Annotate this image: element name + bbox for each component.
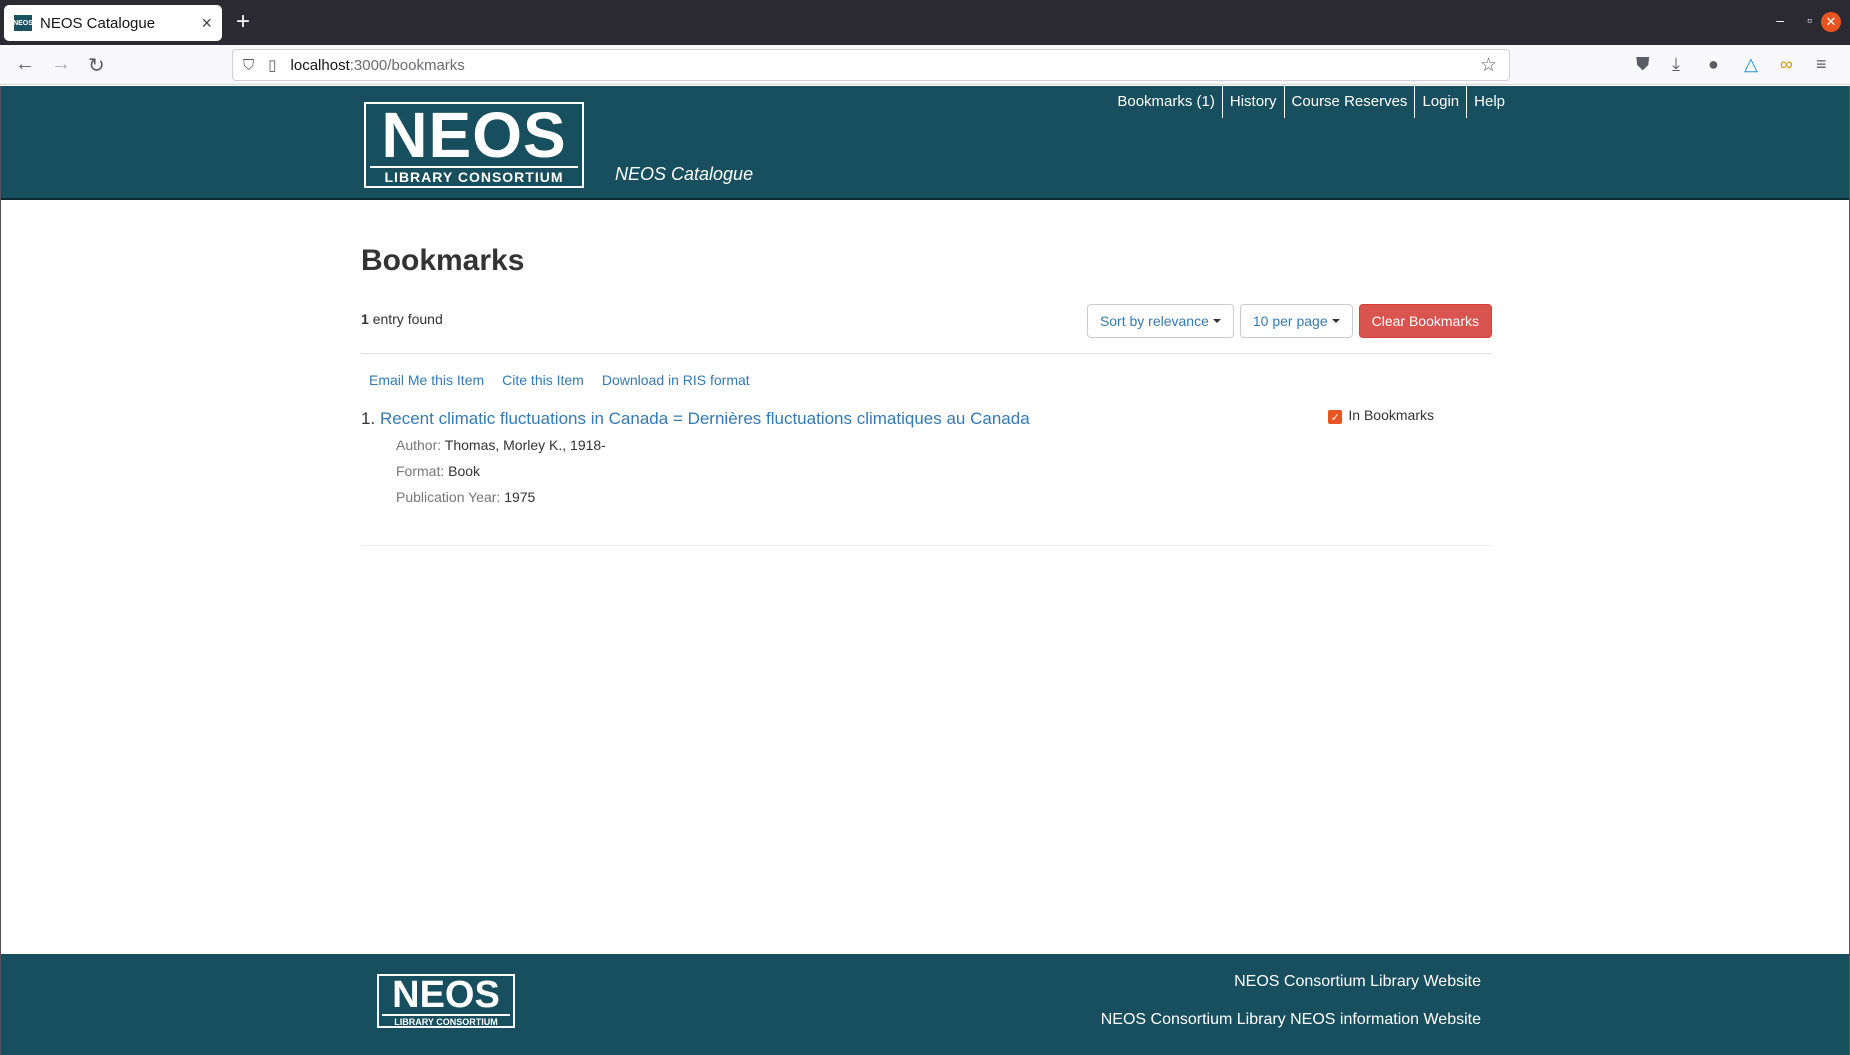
site-footer: NEOS LIBRARY CONSORTIUM NEOS Consortium … [1, 954, 1849, 1055]
menu-icon[interactable]: ≡ [1816, 54, 1827, 75]
url-bar[interactable]: ⛉ ▯ localhost:3000/bookmarks ☆ [232, 49, 1510, 81]
format-field: Format: Book [396, 463, 480, 479]
author-value: Thomas, Morley K., 1918- [444, 437, 606, 453]
divider [361, 545, 1492, 546]
divider [361, 353, 1492, 354]
browser-tab[interactable]: NEOS NEOS Catalogue × [4, 5, 222, 41]
year-field: Publication Year: 1975 [396, 489, 535, 505]
nav-history[interactable]: History [1221, 86, 1284, 118]
bookmark-star-icon[interactable]: ☆ [1480, 54, 1497, 77]
year-label: Publication Year: [396, 489, 501, 505]
per-page-label: 10 per page [1252, 313, 1328, 329]
document-number: 1. [361, 409, 376, 428]
browser-tab-bar: NEOS NEOS Catalogue × + – ▫ ✕ [0, 0, 1850, 45]
format-label: Format: [396, 463, 445, 479]
logo-subtext: LIBRARY CONSORTIUM [370, 166, 578, 186]
shield-icon[interactable]: ⛉ [243, 57, 254, 74]
sort-dropdown[interactable]: Sort by relevance [1086, 304, 1234, 338]
tab-title: NEOS Catalogue [40, 14, 156, 32]
drive-icon[interactable]: △ [1744, 54, 1758, 75]
neos-logo[interactable]: NEOS LIBRARY CONSORTIUM [364, 102, 584, 188]
tools-bar: Email Me this Item Cite this Item Downlo… [369, 372, 750, 388]
clear-bookmarks-button[interactable]: Clear Bookmarks [1358, 304, 1492, 338]
per-page-dropdown[interactable]: 10 per page [1239, 304, 1353, 338]
extension-icon[interactable]: ● [1708, 54, 1719, 75]
page-icon: ▯ [268, 57, 277, 74]
footer-links: NEOS Consortium Library Website NEOS Con… [1101, 972, 1481, 1048]
back-icon[interactable]: ← [15, 53, 35, 76]
nav-login[interactable]: Login [1414, 86, 1466, 118]
top-nav: Bookmarks (1) History Course Reserves Lo… [1110, 86, 1512, 118]
footer-link-info[interactable]: NEOS Consortium Library NEOS information… [1101, 1010, 1481, 1029]
author-label: Author: [396, 437, 442, 453]
format-value: Book [448, 463, 481, 479]
result-controls: Sort by relevance 10 per page Clear Book… [1086, 304, 1492, 338]
site-header: NEOS LIBRARY CONSORTIUM NEOS Catalogue B… [1, 86, 1849, 200]
reload-icon[interactable]: ↻ [88, 53, 105, 78]
bookmark-label: In Bookmarks [1348, 407, 1434, 423]
download-ris-link[interactable]: Download in RIS format [602, 372, 750, 388]
footer-logo-subtext: LIBRARY CONSORTIUM [382, 1014, 510, 1028]
catalogue-name[interactable]: NEOS Catalogue [615, 164, 753, 185]
caret-down-icon [1331, 319, 1340, 323]
footer-link-website[interactable]: NEOS Consortium Library Website [1101, 972, 1481, 991]
entry-count-number: 1 [361, 311, 369, 327]
tab-close-icon[interactable]: × [201, 13, 212, 34]
nav-help[interactable]: Help [1466, 86, 1512, 118]
pocket-icon[interactable]: ⛊ [1636, 54, 1650, 75]
entry-count: 1 entry found [361, 311, 443, 327]
window-close-icon[interactable]: ✕ [1821, 12, 1841, 32]
email-item-link[interactable]: Email Me this Item [369, 372, 484, 388]
footer-logo-text: NEOS [392, 974, 500, 1016]
author-field: Author: Thomas, Morley K., 1918- [396, 437, 606, 453]
browser-nav-bar: ← → ↻ ⛉ ▯ localhost:3000/bookmarks ☆ ⛊ ⤓… [0, 45, 1850, 85]
caret-down-icon [1212, 319, 1221, 323]
logo-text: NEOS [381, 99, 567, 171]
page-title: Bookmarks [361, 244, 525, 277]
web-page: NEOS LIBRARY CONSORTIUM NEOS Catalogue B… [0, 86, 1850, 1055]
url-host: localhost [290, 56, 350, 74]
bookmark-toggle[interactable]: ✓ In Bookmarks [1328, 406, 1434, 424]
forward-icon[interactable]: → [51, 53, 71, 76]
url-path: :3000/bookmarks [349, 56, 465, 74]
restore-icon[interactable]: ▫ [1807, 12, 1812, 28]
bookmark-checkbox[interactable]: ✓ [1328, 410, 1343, 424]
footer-logo[interactable]: NEOS LIBRARY CONSORTIUM [377, 974, 515, 1028]
entry-count-label: entry found [372, 311, 443, 327]
minimize-icon[interactable]: – [1776, 12, 1784, 28]
document-title-link[interactable]: Recent climatic fluctuations in Canada =… [380, 409, 1030, 429]
cite-item-link[interactable]: Cite this Item [502, 372, 584, 388]
glasses-icon[interactable]: ∞ [1780, 54, 1793, 75]
sort-label: Sort by relevance [1099, 313, 1209, 329]
favicon-icon: NEOS [13, 15, 33, 31]
nav-course-reserves[interactable]: Course Reserves [1283, 86, 1415, 118]
download-icon[interactable]: ⤓ [1672, 54, 1680, 75]
year-value: 1975 [504, 489, 536, 505]
new-tab-icon[interactable]: + [236, 8, 250, 36]
nav-bookmarks[interactable]: Bookmarks (1) [1110, 86, 1222, 118]
